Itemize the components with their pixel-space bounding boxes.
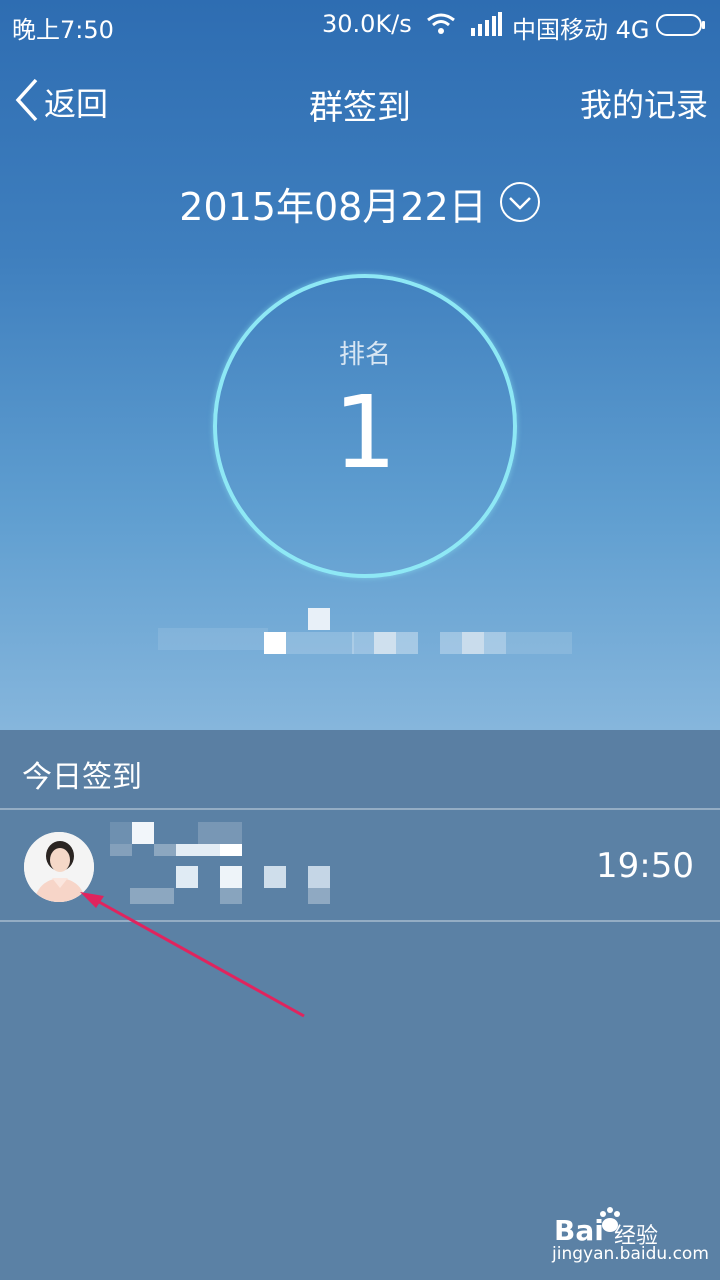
watermark-url: jingyan.baidu.com (552, 1244, 709, 1264)
screen: 晚上7:50 30.0K/s 中国移动 4G 返回 群签到 我的记录 2015年… (0, 0, 720, 1280)
annotation-arrow-icon (80, 892, 305, 1018)
watermark-brand: Bai (554, 1214, 604, 1247)
baidu-watermark: Bai 经验 jingyan.baidu.com (548, 1198, 718, 1268)
